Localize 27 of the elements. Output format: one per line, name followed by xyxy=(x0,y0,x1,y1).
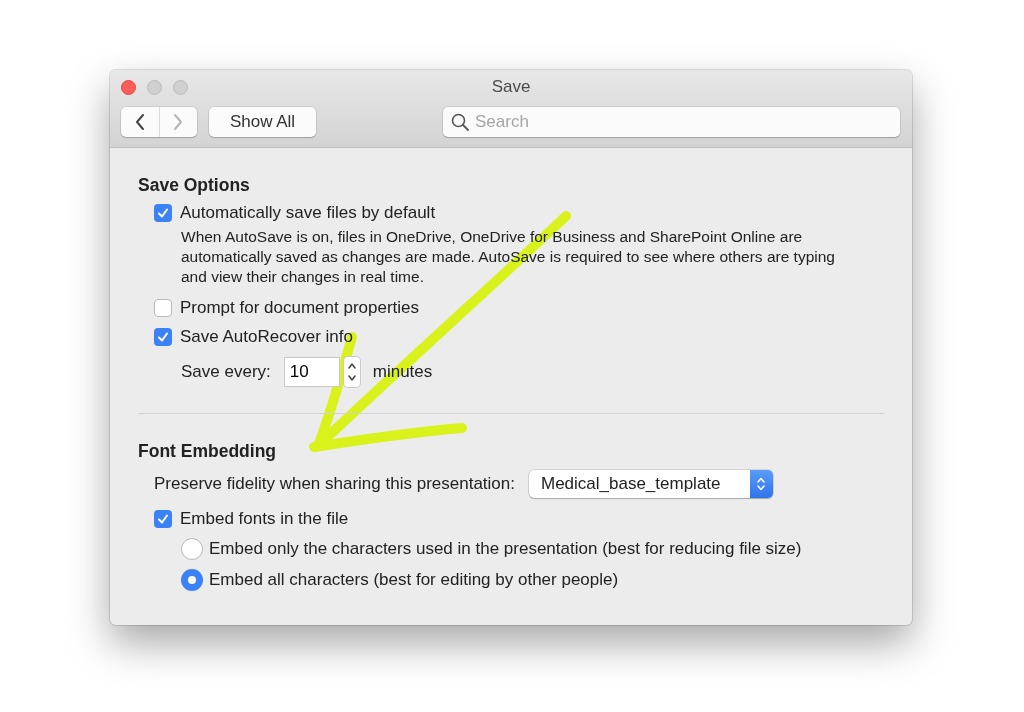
option-label: Automatically save files by default xyxy=(180,202,436,223)
checkbox[interactable] xyxy=(154,203,172,222)
option-label: Embed all characters (best for editing by other people) xyxy=(209,569,619,590)
search-field[interactable]: Search xyxy=(443,107,900,137)
checkmark-icon xyxy=(157,512,169,525)
option-label: Embed only the characters used in the presentation (best for reducing file size) xyxy=(209,538,802,559)
option-label: Preserve fidelity when sharing this presentation: xyxy=(154,474,515,494)
option-label: Prompt for document properties xyxy=(180,297,420,318)
search-icon xyxy=(451,113,469,131)
checkmark-icon xyxy=(157,206,169,219)
section-title: Font Embedding xyxy=(138,440,278,463)
window-title: Save xyxy=(491,77,531,97)
checkbox[interactable] xyxy=(154,327,172,346)
option-label: Save every: xyxy=(181,362,271,382)
number-field[interactable]: 10 xyxy=(283,357,340,387)
radio-button[interactable] xyxy=(181,537,203,560)
radio-button[interactable] xyxy=(181,568,203,591)
checkbox[interactable] xyxy=(154,298,172,317)
show-all-button[interactable]: Show All xyxy=(209,107,316,137)
option-label: Embed fonts in the file xyxy=(180,508,349,529)
close-icon[interactable] xyxy=(121,79,136,95)
template-dropdown[interactable]: Medical_base_template xyxy=(528,470,773,498)
checkmark-icon xyxy=(157,330,169,343)
section-title: Save Options xyxy=(138,174,251,197)
stepper-control[interactable] xyxy=(343,357,360,387)
chevron-up-down-icon xyxy=(756,475,767,493)
checkbox[interactable] xyxy=(154,509,172,528)
